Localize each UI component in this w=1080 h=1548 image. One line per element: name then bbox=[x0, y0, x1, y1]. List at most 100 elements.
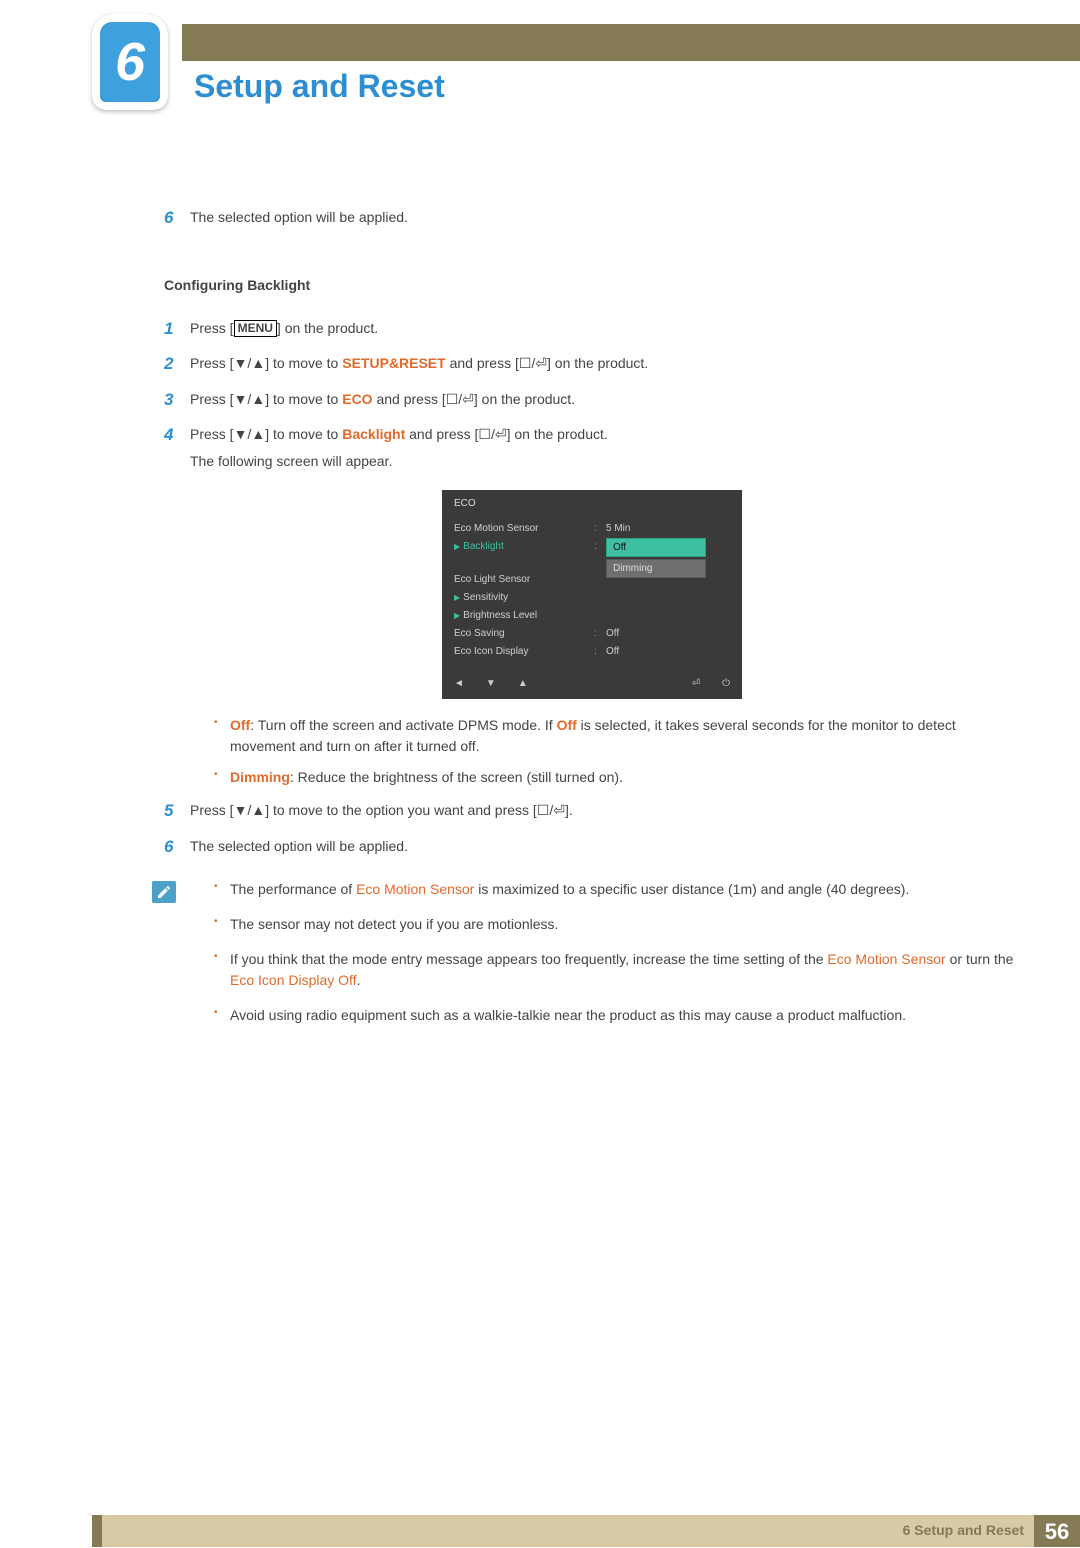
note-list: The performance of Eco Motion Sensor is … bbox=[214, 879, 1020, 1040]
target-label: ECO bbox=[342, 391, 372, 407]
osd-value: Off bbox=[606, 644, 619, 659]
step-row: 6 The selected option will be applied. bbox=[164, 834, 1020, 860]
osd-value: Off bbox=[606, 626, 619, 641]
step-text: Press [▼/▲] to move to ECO and press [☐/… bbox=[190, 387, 1020, 410]
step-row: 5 Press [▼/▲] to move to the option you … bbox=[164, 798, 1020, 824]
text: is maximized to a specific user distance… bbox=[474, 881, 909, 897]
step-text: Press [▼/▲] to move to Backlight and pre… bbox=[190, 422, 1020, 472]
osd-option-off: Off bbox=[606, 538, 706, 557]
nav-enter-icon: ⏎ bbox=[692, 676, 700, 691]
nav-power-icon: ⏻ bbox=[722, 676, 730, 691]
enter-icon: ☐/⏎ bbox=[519, 355, 547, 371]
arrows-icon: ▼/▲ bbox=[234, 355, 266, 371]
eco-motion-sensor-label: Eco Motion Sensor bbox=[827, 951, 945, 967]
note-item: If you think that the mode entry message… bbox=[214, 949, 1020, 991]
step-row: 6 The selected option will be applied. bbox=[164, 205, 1020, 231]
text: ] on the product. bbox=[277, 320, 378, 336]
text: ] on the product. bbox=[474, 391, 575, 407]
eco-motion-sensor-label: Eco Motion Sensor bbox=[356, 881, 474, 897]
text: . bbox=[357, 972, 361, 988]
chapter-title: Setup and Reset bbox=[194, 62, 445, 110]
text: Press [ bbox=[190, 355, 234, 371]
enter-icon: ☐/⏎ bbox=[446, 391, 474, 407]
osd-row-eco-motion-sensor: Eco Motion Sensor : 5 Min bbox=[454, 521, 730, 536]
arrows-icon: ▼/▲ bbox=[234, 802, 266, 818]
text: Press [ bbox=[190, 426, 234, 442]
step-row: 1 Press [MENU] on the product. bbox=[164, 316, 1020, 342]
osd-row-brightness-level: ▶Brightness Level bbox=[454, 608, 730, 623]
osd-row-backlight: ▶Backlight : Off Dimming bbox=[454, 539, 730, 554]
osd-screenshot: ECO Eco Motion Sensor : 5 Min ▶Backlight… bbox=[442, 490, 742, 699]
text: Press [ bbox=[190, 320, 234, 336]
step-number: 6 bbox=[164, 834, 190, 860]
target-label: Backlight bbox=[342, 426, 405, 442]
text: and press [ bbox=[373, 391, 446, 407]
text: : Reduce the brightness of the screen (s… bbox=[290, 769, 623, 785]
step-number: 6 bbox=[164, 205, 190, 231]
dimming-label: Dimming bbox=[230, 769, 290, 785]
osd-label: Eco Saving bbox=[454, 626, 505, 641]
option-bullets: Off: Turn off the screen and activate DP… bbox=[214, 715, 1020, 788]
osd-row-eco-icon-display: Eco Icon Display : Off bbox=[454, 644, 730, 659]
header-olive-bar bbox=[182, 24, 1080, 61]
enter-icon: ☐/⏎ bbox=[478, 426, 506, 442]
osd-label: Brightness Level bbox=[463, 608, 537, 623]
step-number: 4 bbox=[164, 422, 190, 448]
note-icon bbox=[152, 881, 176, 903]
osd-row-sensitivity: ▶Sensitivity bbox=[454, 590, 730, 605]
step-note: The following screen will appear. bbox=[190, 451, 1020, 472]
triangle-right-icon: ▶ bbox=[454, 541, 460, 553]
bullet-off: Off: Turn off the screen and activate DP… bbox=[214, 715, 1020, 757]
enter-icon: ☐/⏎ bbox=[537, 802, 565, 818]
arrows-icon: ▼/▲ bbox=[234, 391, 266, 407]
text: If you think that the mode entry message… bbox=[230, 951, 827, 967]
step-number: 3 bbox=[164, 387, 190, 413]
page-number: 56 bbox=[1034, 1515, 1080, 1547]
step-number: 5 bbox=[164, 798, 190, 824]
text: and press [ bbox=[405, 426, 478, 442]
osd-label: Eco Motion Sensor bbox=[454, 521, 539, 536]
page-content: 6 The selected option will be applied. C… bbox=[164, 205, 1020, 1040]
nav-up-icon: ▲ bbox=[518, 676, 528, 691]
osd-label: Backlight bbox=[463, 539, 504, 554]
text: or turn the bbox=[946, 951, 1014, 967]
text: Press [ bbox=[190, 802, 234, 818]
page-header: 6 Setup and Reset bbox=[0, 20, 1080, 100]
step-number: 1 bbox=[164, 316, 190, 342]
text: ] to move to bbox=[265, 391, 342, 407]
text: The performance of bbox=[230, 881, 356, 897]
text: ] to move to bbox=[265, 355, 342, 371]
footer-stripe bbox=[92, 1515, 102, 1547]
arrows-icon: ▼/▲ bbox=[234, 426, 266, 442]
footer-label: 6 Setup and Reset bbox=[903, 1520, 1024, 1541]
osd-body: Eco Motion Sensor : 5 Min ▶Backlight : O… bbox=[442, 517, 742, 670]
text: ]. bbox=[565, 802, 573, 818]
step-text: The selected option will be applied. bbox=[190, 834, 1020, 857]
osd-label: Eco Icon Display bbox=[454, 644, 528, 659]
nav-down-icon: ▼ bbox=[486, 676, 496, 691]
osd-value: 5 Min bbox=[606, 521, 630, 536]
text: ] to move to the option you want and pre… bbox=[265, 802, 537, 818]
step-row: 3 Press [▼/▲] to move to ECO and press [… bbox=[164, 387, 1020, 413]
chapter-number: 6 bbox=[115, 22, 145, 103]
note-item: The sensor may not detect you if you are… bbox=[214, 914, 1020, 935]
step-text: Press [▼/▲] to move to the option you wa… bbox=[190, 798, 1020, 821]
page-footer: 6 Setup and Reset 56 bbox=[0, 1501, 1080, 1547]
step-text: Press [▼/▲] to move to SETUP&RESET and p… bbox=[190, 351, 1020, 374]
osd-label: Sensitivity bbox=[463, 590, 508, 605]
step-row: 2 Press [▼/▲] to move to SETUP&RESET and… bbox=[164, 351, 1020, 377]
chapter-badge: 6 bbox=[92, 14, 168, 110]
text: and press [ bbox=[446, 355, 519, 371]
text: ] on the product. bbox=[547, 355, 648, 371]
note-block: The performance of Eco Motion Sensor is … bbox=[152, 879, 1020, 1040]
chapter-badge-inner: 6 bbox=[100, 22, 160, 102]
step-text: Press [MENU] on the product. bbox=[190, 316, 1020, 339]
step-text: The selected option will be applied. bbox=[190, 205, 1020, 228]
triangle-right-icon: ▶ bbox=[454, 592, 460, 604]
osd-nav-bar: ◄ ▼ ▲ ⏎ ⏻ bbox=[442, 670, 742, 699]
osd-label: Eco Light Sensor bbox=[454, 572, 530, 587]
text: Press [ bbox=[190, 391, 234, 407]
note-item: The performance of Eco Motion Sensor is … bbox=[214, 879, 1020, 900]
osd-row-eco-light-sensor: Eco Light Sensor bbox=[454, 572, 730, 587]
target-label: SETUP&RESET bbox=[342, 355, 445, 371]
